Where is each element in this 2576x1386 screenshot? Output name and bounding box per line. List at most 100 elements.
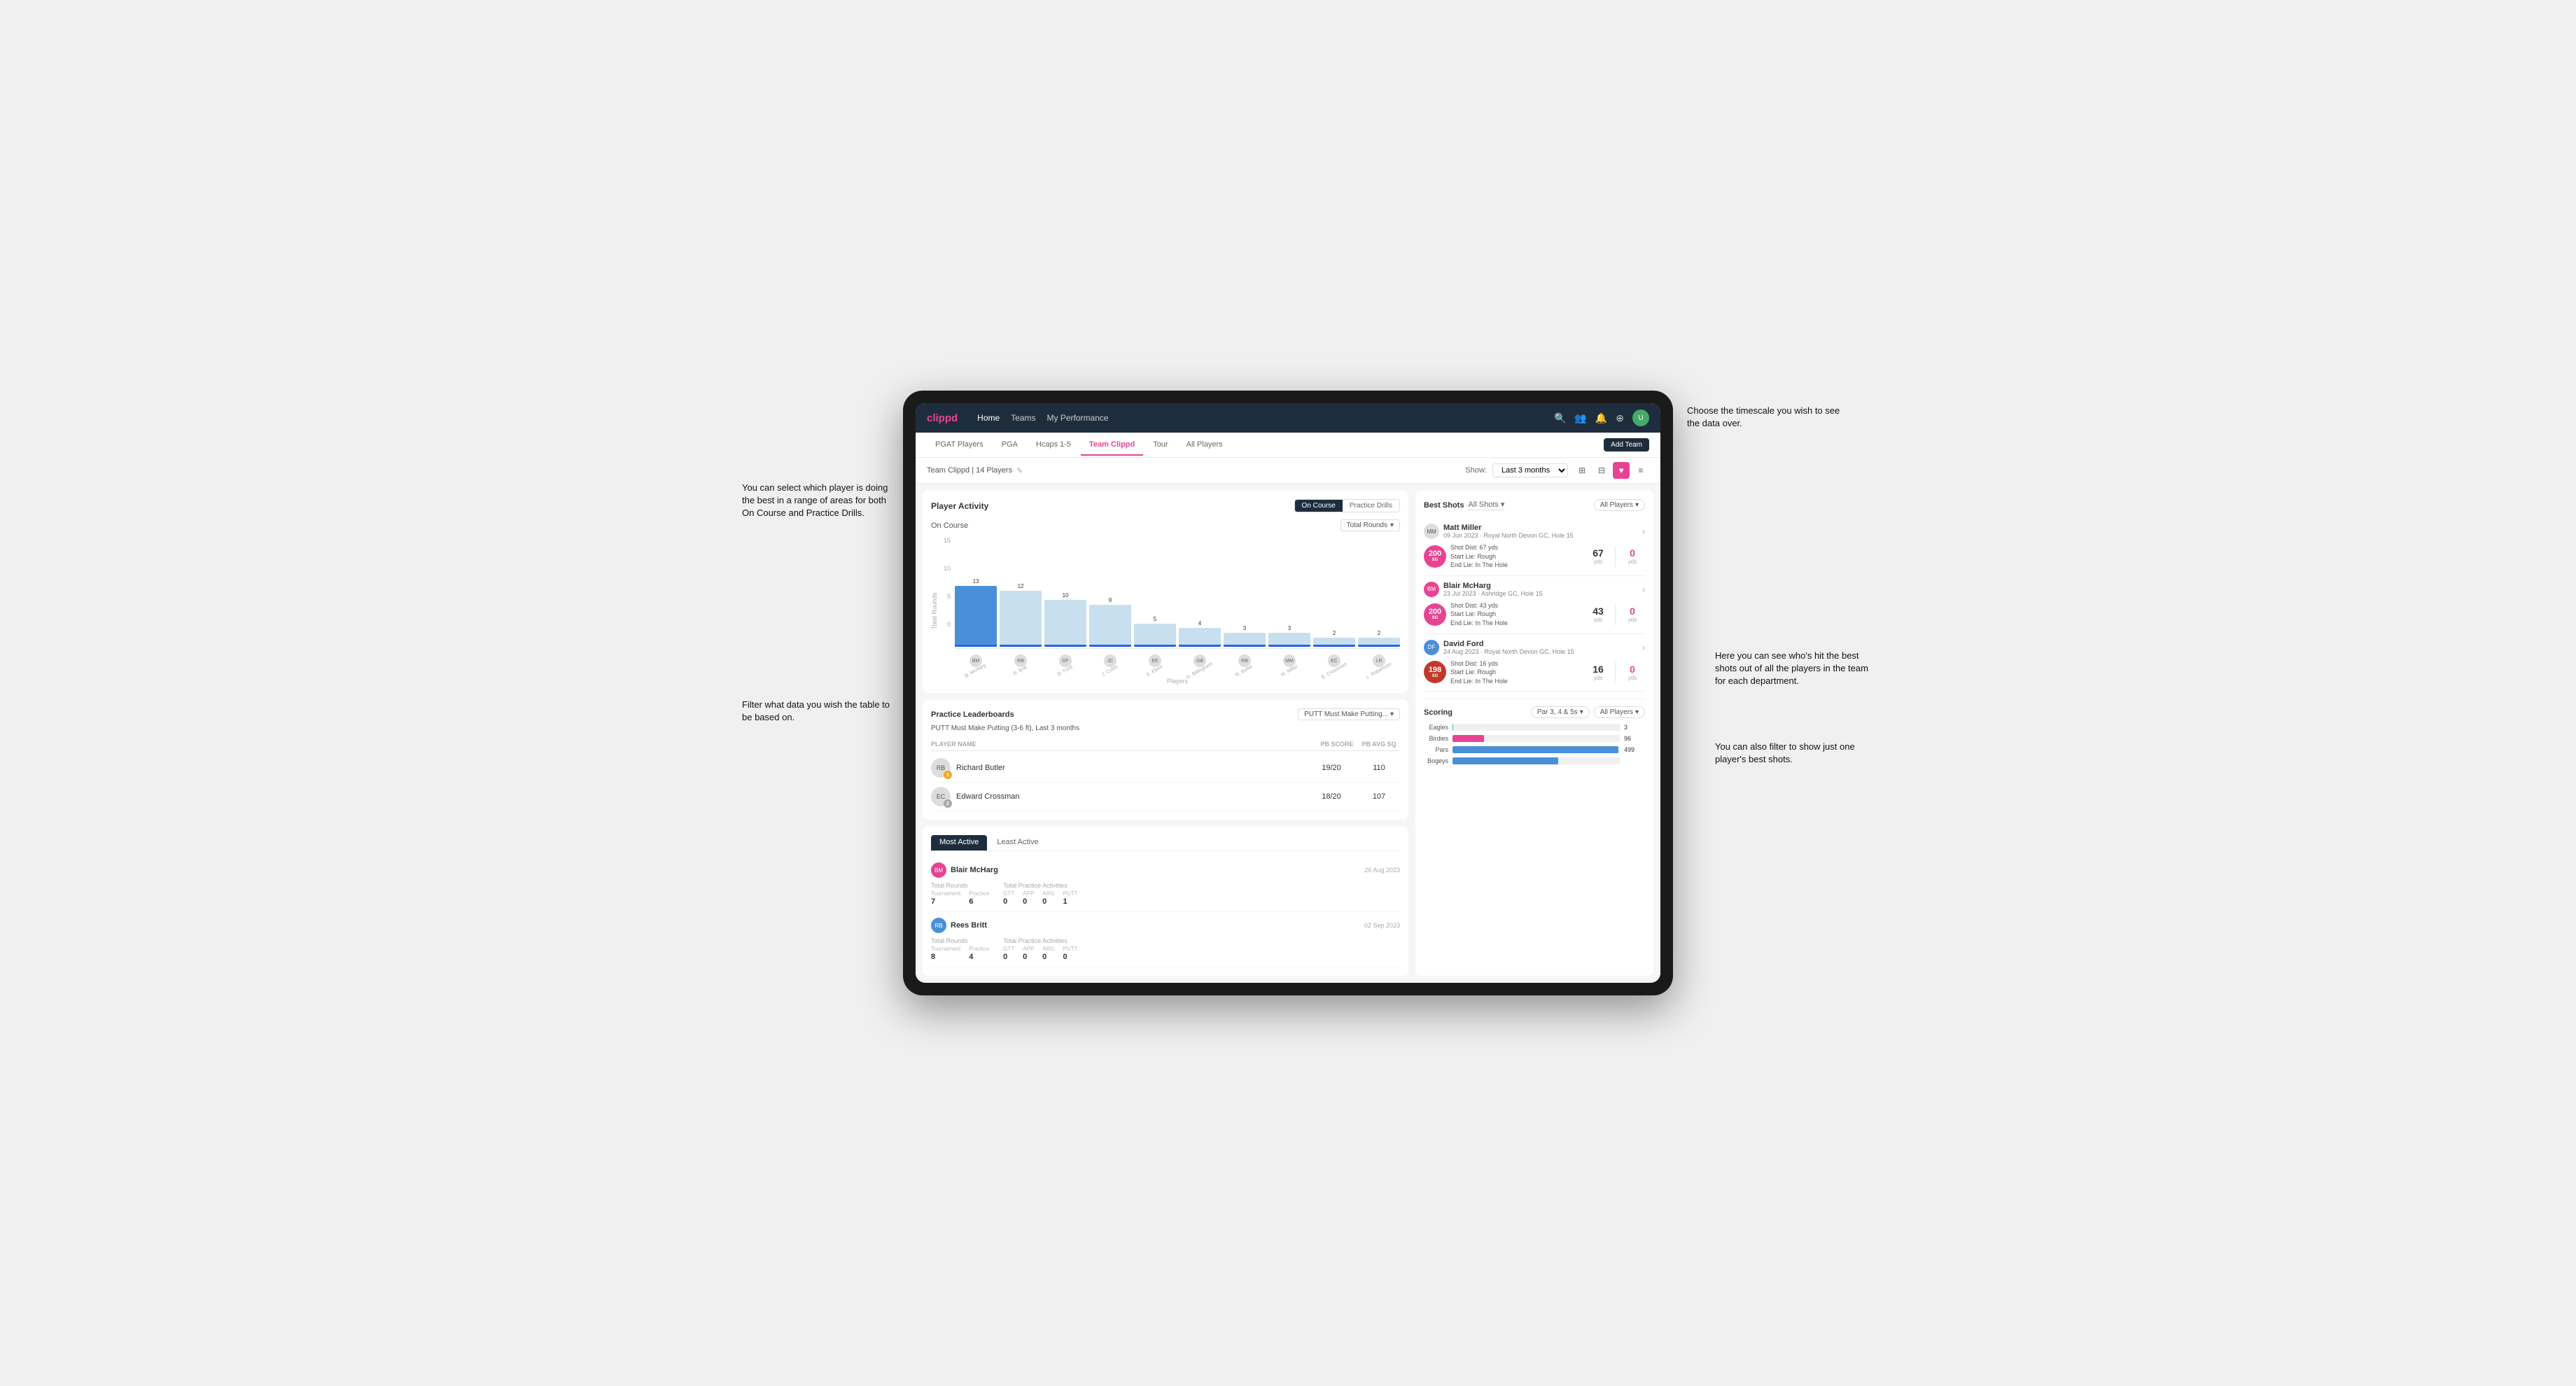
shots-tab-all-shots[interactable]: All Shots ▾ [1468,500,1504,510]
add-circle-icon[interactable]: ⊕ [1616,412,1624,424]
main-content: Player Activity On Course Practice Drill… [916,484,1660,983]
bar-indicator-8 [1313,645,1355,647]
x-label-1: RB R. Britt [1000,654,1042,673]
shot-player-name-1: Blair McHarg [1443,582,1638,590]
activity-col-arg-0: ARG 0 [1042,890,1054,906]
activity-stat-label-rounds-1: Total Rounds [931,937,989,944]
scoring-bar-fill-pars [1452,746,1618,753]
show-select[interactable]: Last 3 months Last month Last 6 months L… [1492,463,1568,477]
shots-title: Best Shots [1424,501,1464,510]
chart-filter[interactable]: Total Rounds ▾ [1340,519,1400,531]
lb-name-1: Edward Crossman [956,792,1305,801]
tab-team-clippd[interactable]: Team Clippd [1081,435,1143,456]
shot-item-1[interactable]: BM Blair McHarg 23 Jul 2023 · Ashridge G… [1424,576,1645,634]
shot-badge-0: 200 SG [1424,545,1446,568]
lb-score-1: 18/20 [1310,792,1352,801]
activity-tab-least-active[interactable]: Least Active [988,835,1046,850]
lb-name-0: Richard Butler [956,764,1305,772]
activity-col-gtt-0: GTT 0 [1003,890,1014,906]
shot-stat1-0: 67 yds [1586,547,1611,565]
activity-stat-cols-rounds-1: Tournament 8 Practice 4 [931,946,989,961]
bar-indicator-7 [1268,645,1310,647]
user-avatar[interactable]: U [1632,410,1649,426]
nav-icons: 🔍 👥 🔔 ⊕ U [1554,410,1649,426]
shot-player-info-0: Matt Miller 09 Jun 2023 · Royal North De… [1443,524,1638,539]
activity-player-row-0: BM Blair McHarg 26 Aug 2023 [931,862,1400,878]
activity-stat-group-rounds-0: Total Rounds Tournament 7 Practice [931,882,989,906]
activity-avatar-1: RB [931,918,946,933]
nav-link-my-performance[interactable]: My Performance [1047,413,1109,423]
lb-avatar-1: EC 2 [931,787,951,806]
scoring-filter1[interactable]: Par 3, 4 & 5s ▾ [1531,706,1590,718]
activity-player-row-1: RB Rees Britt 02 Sep 2023 [931,918,1400,933]
x-label-3: JC J. Coles [1089,654,1131,673]
scoring-filter1-label: Par 3, 4 & 5s [1537,708,1578,716]
chevron-down-icon-practice: ▾ [1390,710,1394,718]
view-icon-grid2[interactable]: ⊟ [1593,462,1610,479]
activity-date-0: 26 Aug 2023 [1364,867,1400,874]
search-icon[interactable]: 🔍 [1554,412,1566,424]
nav-link-teams[interactable]: Teams [1011,413,1035,423]
bar-2 [1044,600,1086,647]
bar-indicator-9 [1358,645,1400,647]
view-icon-list[interactable]: ≡ [1632,462,1649,479]
tab-hcaps[interactable]: Hcaps 1-5 [1028,435,1079,456]
tab-pgat-players[interactable]: PGAT Players [927,435,992,456]
people-icon[interactable]: 👥 [1574,412,1586,424]
chevron-down-icon: ▾ [1390,522,1394,529]
all-players-label: All Players [1600,501,1633,509]
toggle-practice-drills[interactable]: Practice Drills [1343,500,1399,512]
tab-pga[interactable]: PGA [993,435,1026,456]
chevron-right-icon-0: › [1642,526,1645,536]
activity-stat-cols-practice-1: GTT 0 APP 0 ARG [1003,946,1077,961]
practice-header-row: Practice Leaderboards PUTT Must Make Put… [931,708,1400,720]
activity-stat-label-rounds-0: Total Rounds [931,882,989,889]
bell-icon[interactable]: 🔔 [1595,412,1607,424]
chart-area: 13 12 [955,537,1400,685]
y-label-5: 5 [944,593,951,600]
nav-link-home[interactable]: Home [977,413,1000,423]
bar-group-7: 3 [1268,625,1310,647]
stat-divider-2 [1615,662,1616,682]
sub-nav-tabs: PGAT Players PGA Hcaps 1-5 Team Clippd T… [927,435,1601,456]
shot-details-row-0: 200 SG Shot Dist: 67 ydsStart Lie: Rough… [1424,543,1645,570]
activity-col-app-1: APP 0 [1023,946,1034,961]
shots-filter-row: Best Shots All Shots ▾ [1424,500,1504,510]
toggle-on-course[interactable]: On Course [1295,500,1343,512]
tab-all-players[interactable]: All Players [1178,435,1231,456]
bar-group-0: 13 [955,578,997,647]
practice-leaderboards-card: Practice Leaderboards PUTT Must Make Put… [923,700,1408,820]
activity-stat-group-practice-0: Total Practice Activities GTT 0 APP [1003,882,1077,906]
chevron-down-icon-scoring1: ▾ [1580,708,1583,716]
tab-tour[interactable]: Tour [1144,435,1176,456]
scoring-header: Scoring Par 3, 4 & 5s ▾ All Players ▾ [1424,706,1645,718]
bar-group-1: 12 [1000,583,1042,647]
shot-stat2-1: 0 yds [1620,606,1645,623]
view-icons: ⊞ ⊟ ♥ ≡ [1574,462,1649,479]
edit-icon[interactable]: ✎ [1016,466,1023,475]
team-name-label: Team Clippd | 14 Players [927,466,1012,475]
lb-avg-1: 107 [1358,792,1400,801]
shot-item-2[interactable]: DF David Ford 24 Aug 2023 · Royal North … [1424,634,1645,692]
lb-avatar-0: RB 1 [931,758,951,778]
shot-text-0: Shot Dist: 67 ydsStart Lie: RoughEnd Lie… [1450,543,1581,570]
activity-tabs: Most Active Least Active [931,835,1400,851]
practice-filter[interactable]: PUTT Must Make Putting... ▾ [1298,708,1400,720]
bar-indicator-2 [1044,645,1086,647]
shot-item-0[interactable]: MM Matt Miller 09 Jun 2023 · Royal North… [1424,518,1645,576]
activity-tab-most-active[interactable]: Most Active [931,835,987,850]
shot-details-row-1: 200 SG Shot Dist: 43 ydsStart Lie: Rough… [1424,601,1645,628]
lb-rank-badge-1: 2 [944,799,952,808]
x-label-9: LR L. Robertson [1358,654,1400,673]
view-icon-heart[interactable]: ♥ [1613,462,1630,479]
view-icon-grid4[interactable]: ⊞ [1574,462,1590,479]
shot-details-row-2: 198 SG Shot Dist: 16 ydsStart Lie: Rough… [1424,659,1645,686]
add-team-button[interactable]: Add Team [1604,438,1649,451]
scoring-label-bogeys: Bogeys [1424,757,1448,764]
scoring-label-eagles: Eagles [1424,724,1448,731]
bar-group-6: 3 [1224,625,1266,647]
scoring-filter2[interactable]: All Players ▾ [1594,706,1645,718]
bar-4 [1134,624,1176,647]
tablet-screen: clippd Home Teams My Performance 🔍 👥 🔔 ⊕… [916,403,1660,983]
all-players-filter[interactable]: All Players ▾ [1594,499,1645,511]
